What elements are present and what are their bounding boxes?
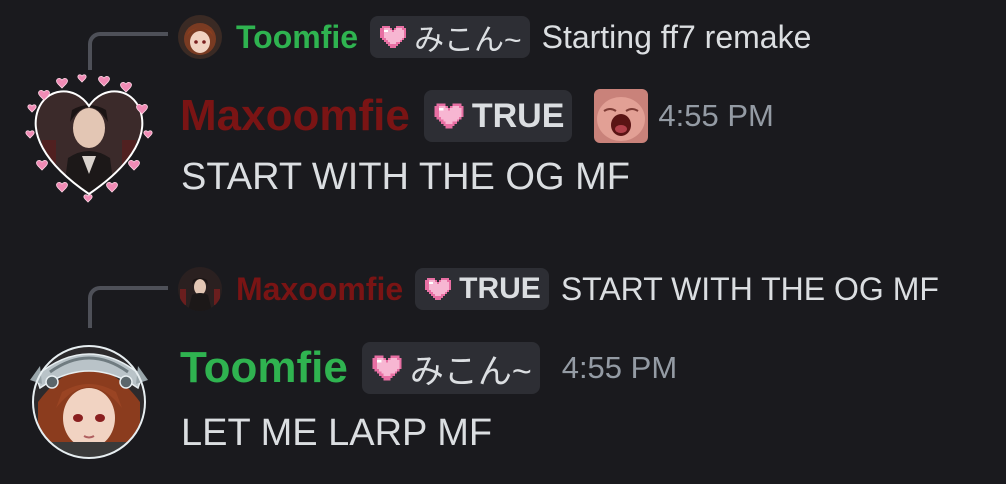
message-content: LET ME LARP MF [181, 412, 493, 454]
user-tag: みこん~ [361, 342, 540, 394]
tag-label: TRUE [471, 96, 565, 135]
user-tag: TRUE [423, 90, 573, 142]
reply-username[interactable]: Toomfie [236, 19, 358, 56]
pixel-heart-icon [432, 101, 466, 131]
tag-label: みこん~ [409, 352, 532, 391]
reply-username[interactable]: Maxoomfie [236, 271, 403, 308]
username[interactable]: Maxoomfie [180, 91, 410, 141]
reply-user-tag: TRUE [415, 268, 549, 310]
reply-connector [88, 32, 168, 74]
message-1: Toomfie みこん~ Starting ff7 remake Maxoomf… [0, 0, 1006, 230]
message-header: Maxoomfie TRUE 4:55 PM [180, 86, 774, 146]
crying-baby-emoji[interactable] [594, 89, 649, 143]
message-header: Toomfie みこん~ 4:55 PM [180, 338, 677, 398]
message-2: Maxoomfie TRUE START WITH THE OG MF Toom… [0, 252, 1006, 484]
username[interactable]: Toomfie [180, 343, 348, 393]
pixel-heart-icon [423, 276, 453, 302]
tag-label: TRUE [459, 272, 541, 305]
reply-avatar-maxoomfie[interactable] [178, 267, 222, 311]
reply-text[interactable]: START WITH THE OG MF [561, 271, 939, 308]
chat-log: Toomfie みこん~ Starting ff7 remake Maxoomf… [0, 0, 1006, 484]
reply-reference[interactable]: Toomfie みこん~ Starting ff7 remake [178, 15, 811, 59]
pixel-heart-icon [378, 24, 408, 50]
reply-reference[interactable]: Maxoomfie TRUE START WITH THE OG MF [178, 267, 939, 311]
timestamp[interactable]: 4:55 PM [562, 350, 677, 386]
reply-connector [88, 286, 168, 328]
pixel-heart-icon [370, 353, 404, 383]
avatar-maxoomfie[interactable] [22, 70, 156, 204]
reply-text[interactable]: Starting ff7 remake [542, 19, 812, 56]
tag-label: みこん~ [414, 24, 522, 57]
reply-avatar-toomfie[interactable] [178, 15, 222, 59]
avatar-toomfie[interactable] [22, 332, 156, 466]
reply-user-tag: みこん~ [370, 16, 530, 58]
timestamp[interactable]: 4:55 PM [658, 98, 773, 134]
message-content: START WITH THE OG MF [181, 156, 630, 198]
